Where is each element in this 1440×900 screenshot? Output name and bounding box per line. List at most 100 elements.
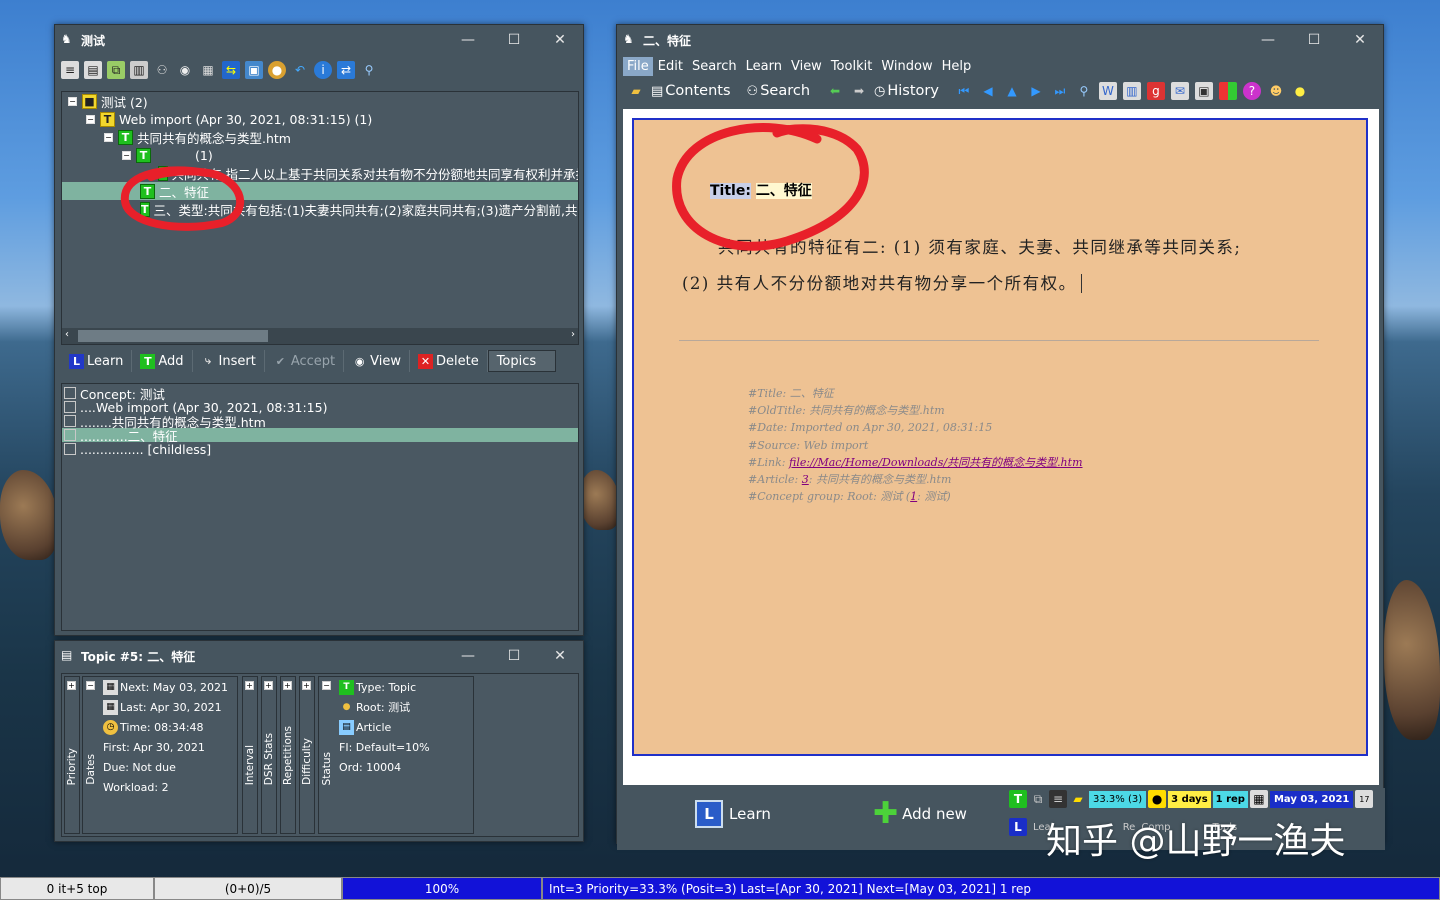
tip-icon[interactable]: ● [1291,82,1309,100]
list-icon[interactable]: ≡ [61,61,79,79]
maximize-button[interactable]: ☐ [1291,25,1337,55]
expand-toggle[interactable]: + [245,681,254,690]
list-icon[interactable]: ≡ [1049,790,1067,808]
menu-file[interactable]: File [623,56,653,76]
source-link[interactable]: file://Mac/Home/Downloads/共同共有的概念与类型.htm [789,456,1083,469]
learn-button[interactable]: L Learn [61,350,133,372]
search-icon[interactable]: ⚲ [360,61,378,79]
paste-icon[interactable]: ▥ [130,61,148,79]
color-icon[interactable] [1218,82,1237,100]
list-item[interactable]: ................ [childless] [62,442,578,457]
expand-toggle[interactable]: + [67,681,76,690]
topics-dropdown[interactable]: Topics [487,350,556,372]
first-icon[interactable]: ⏮ [955,82,973,100]
maximize-button[interactable]: ☐ [491,25,537,55]
menu-search[interactable]: Search [688,57,741,76]
status-column: − Status T Type: Topic ● Root: 测试 ▤ Article… [318,676,474,834]
menu-edit[interactable]: Edit [654,57,687,76]
tree-node[interactable]: − T 共同共有的概念与类型.htm [62,128,578,146]
web-icon[interactable]: W [1098,82,1117,100]
folder-icon[interactable]: ▰ [627,82,645,100]
sync-icon[interactable]: ⇄ [337,61,355,79]
insert-button[interactable]: ⤷ Insert [193,350,265,372]
forward-arrow-icon[interactable]: ➡ [850,82,868,100]
search-button[interactable]: ⚇ Search [747,83,810,99]
page-icon[interactable]: ▤ [84,61,102,79]
checkbox[interactable] [64,401,76,413]
tree-node[interactable]: − T Web import (Apr 30, 2021, 08:31:15) … [62,110,578,128]
learn-big-button[interactable]: L Learn [695,800,771,828]
minimize-button[interactable]: — [1245,25,1291,55]
menu-learn[interactable]: Learn [742,57,786,76]
content-frame: Title: 二、特征 共同共有的特征有二: (1) 须有家庭、夫妻、共同继承等… [623,109,1379,785]
horizontal-scrollbar[interactable]: ‹ › [62,328,578,344]
scroll-left-icon[interactable]: ‹ [65,329,69,340]
collapse-toggle[interactable]: − [122,150,131,160]
copy-icon[interactable]: ⧉ [107,61,125,79]
tree-icon[interactable]: ⧉ [1029,790,1047,808]
tree-node[interactable]: − ■ 测试 (2) [62,92,578,110]
back-arrow-icon[interactable]: ⬅ [826,82,844,100]
collapse-toggle[interactable]: − [86,114,95,124]
menu-view[interactable]: View [787,57,826,76]
checkbox[interactable] [64,443,76,455]
menu-help[interactable]: Help [938,57,976,76]
next-icon[interactable]: ▶ [1027,82,1045,100]
scroll-right-icon[interactable]: › [571,329,575,340]
contents-button[interactable]: ▤ Contents [651,83,731,99]
last-icon[interactable]: ⏭ [1051,82,1069,100]
history-button[interactable]: ◷ History [874,83,939,99]
collapse-toggle[interactable]: − [322,681,331,690]
minimize-button[interactable]: — [445,641,491,671]
find-icon[interactable]: ⚲ [1075,82,1093,100]
minimize-button[interactable]: — [445,25,491,55]
article-link[interactable]: 3 [802,473,809,486]
list-item-selected[interactable]: ............二、特征 [62,428,578,444]
print-icon[interactable]: ▣ [1194,82,1213,100]
add-new-button[interactable]: ✚ Add new [873,799,967,829]
priority-column: + Priority [64,676,80,834]
parent-icon[interactable]: ▲ [1003,82,1021,100]
calendar-day-icon[interactable]: 17 [1355,790,1374,808]
menu-toolkit[interactable]: Toolkit [827,57,877,76]
scroll-thumb[interactable] [78,330,268,342]
checkbox[interactable] [64,429,76,441]
close-button[interactable]: ✕ [1337,25,1383,55]
accept-button[interactable]: ✔ Accept [265,350,345,372]
list-item[interactable]: Concept: 测试 [62,386,578,402]
folder-icon[interactable]: ▰ [1069,790,1087,808]
expand-toggle[interactable]: + [264,681,273,690]
tree-node[interactable]: − T (1) [62,146,578,164]
transfer-icon[interactable]: ⇆ [222,61,240,79]
learn-small-icon[interactable]: L [1009,818,1027,836]
checkbox[interactable] [64,387,76,399]
book-icon[interactable]: ▥ [1122,82,1141,100]
collapse-toggle[interactable]: − [68,96,77,106]
collapse-toggle[interactable]: − [86,681,95,690]
undo-icon[interactable]: ↶ [291,61,309,79]
save-icon[interactable]: ▣ [245,61,263,79]
mail-icon[interactable]: ✉ [1170,82,1189,100]
globe-icon[interactable]: ● [268,61,286,79]
g-icon[interactable]: g [1146,82,1165,100]
prev-icon[interactable]: ◀ [979,82,997,100]
close-button[interactable]: ✕ [537,25,583,55]
user-icon[interactable]: ☻ [1267,82,1285,100]
close-button[interactable]: ✕ [537,641,583,671]
menu-window[interactable]: Window [877,57,936,76]
navigation-toolbar: ▰ ▤ Contents ⚇ Search ⬅ ➡ ◷ History ⏮ ◀ ▲ ▶… [617,77,1383,105]
binoculars-icon[interactable]: ⚇ [153,61,171,79]
expand-toggle[interactable]: + [302,681,311,690]
delete-button[interactable]: ✕ Delete [410,350,488,372]
film-icon[interactable]: ▦ [199,61,217,79]
add-button[interactable]: T Add [132,350,193,372]
eye-icon[interactable]: ◉ [176,61,194,79]
maximize-button[interactable]: ☐ [491,641,537,671]
info-icon[interactable]: i [314,61,332,79]
contents-icon: ▤ [651,83,664,99]
checkbox[interactable] [64,415,76,427]
help-icon[interactable]: ? [1242,82,1261,100]
collapse-toggle[interactable]: − [104,132,113,142]
expand-toggle[interactable]: + [283,681,292,690]
view-button[interactable]: ◉ View [344,350,410,372]
